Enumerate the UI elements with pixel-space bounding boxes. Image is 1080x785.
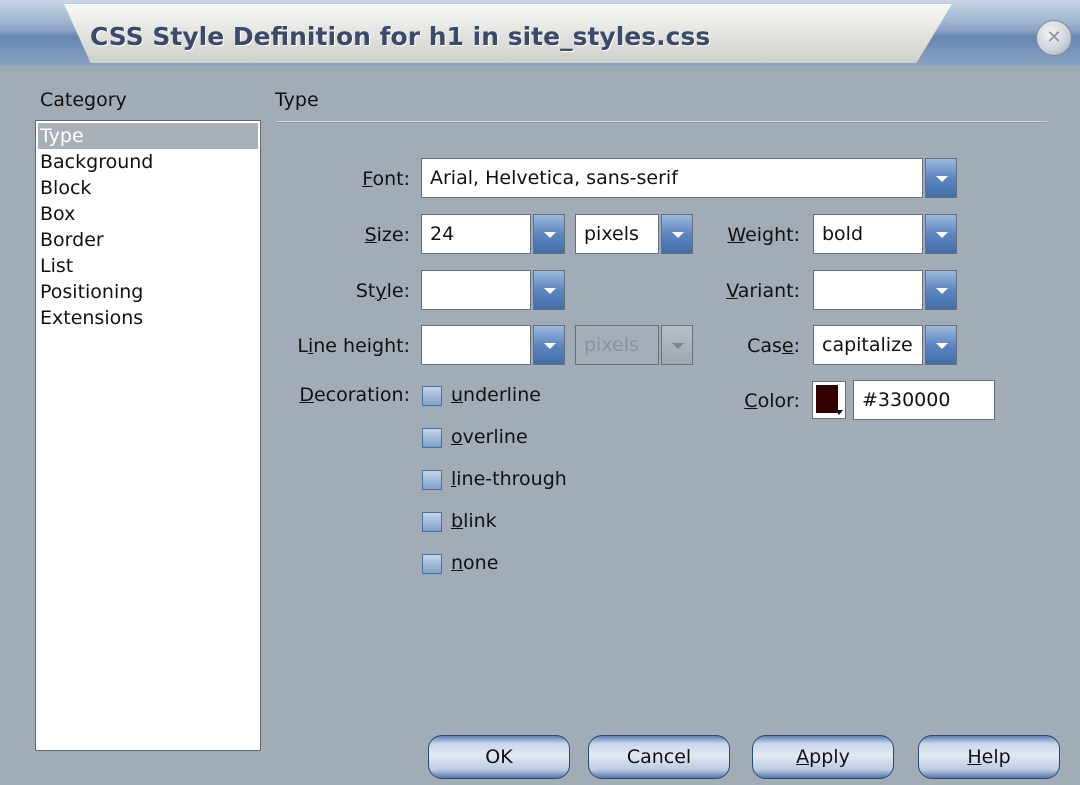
font-dropdown-button[interactable] bbox=[925, 158, 957, 198]
category-item-block[interactable]: Block bbox=[40, 175, 91, 201]
size-dropdown-button[interactable] bbox=[533, 214, 565, 254]
category-item-border[interactable]: Border bbox=[40, 227, 104, 253]
weight-label: Weight: bbox=[727, 224, 800, 246]
chevron-down-icon bbox=[672, 343, 684, 349]
variant-dropdown-button[interactable] bbox=[925, 270, 957, 310]
color-swatch-button[interactable] bbox=[812, 381, 846, 419]
style-label: Style: bbox=[355, 280, 410, 302]
underline-label[interactable]: underline bbox=[451, 384, 541, 406]
cancel-button[interactable]: Cancel bbox=[588, 735, 730, 779]
color-input[interactable]: #330000 bbox=[853, 380, 995, 420]
chevron-down-icon bbox=[936, 288, 948, 294]
chevron-down-icon bbox=[672, 232, 684, 238]
blink-label[interactable]: blink bbox=[451, 510, 497, 532]
category-item-type[interactable]: Type bbox=[38, 123, 258, 149]
ok-button[interactable]: OK bbox=[428, 735, 570, 779]
decoration-label: Decoration: bbox=[299, 384, 410, 406]
title-bar[interactable]: CSS Style Definition for h1 in site_styl… bbox=[0, 0, 1080, 66]
close-icon: ✕ bbox=[1046, 27, 1062, 48]
category-label: Category bbox=[40, 89, 127, 111]
category-item-positioning[interactable]: Positioning bbox=[40, 279, 143, 305]
category-item-background[interactable]: Background bbox=[40, 149, 153, 175]
chevron-down-icon bbox=[936, 343, 948, 349]
underline-checkbox[interactable] bbox=[422, 386, 442, 406]
category-item-box[interactable]: Box bbox=[40, 201, 75, 227]
overline-checkbox[interactable] bbox=[422, 428, 442, 448]
line-height-input[interactable] bbox=[421, 325, 531, 365]
category-item-extensions[interactable]: Extensions bbox=[40, 305, 143, 331]
blink-checkbox[interactable] bbox=[422, 512, 442, 532]
heading-divider bbox=[277, 121, 1047, 123]
panel-heading: Type bbox=[275, 89, 319, 111]
chevron-down-icon bbox=[936, 176, 948, 182]
category-list[interactable]: Type Background Block Box Border List Po… bbox=[35, 120, 261, 751]
weight-dropdown-button[interactable] bbox=[925, 214, 957, 254]
dropdown-arrow-icon bbox=[835, 410, 843, 415]
line-through-checkbox[interactable] bbox=[422, 470, 442, 490]
style-select[interactable] bbox=[421, 270, 531, 310]
chevron-down-icon bbox=[936, 232, 948, 238]
font-label: Font: bbox=[362, 168, 410, 190]
none-checkbox[interactable] bbox=[422, 554, 442, 574]
case-label: Case: bbox=[747, 335, 800, 357]
variant-select[interactable] bbox=[813, 270, 923, 310]
css-style-dialog: CSS Style Definition for h1 in site_styl… bbox=[0, 0, 1080, 785]
category-item-list[interactable]: List bbox=[40, 253, 73, 279]
color-swatch bbox=[816, 385, 838, 413]
line-height-label: Line height: bbox=[297, 335, 410, 357]
font-input[interactable]: Arial, Helvetica, sans-serif bbox=[421, 158, 923, 198]
chevron-down-icon bbox=[544, 288, 556, 294]
style-dropdown-button[interactable] bbox=[533, 270, 565, 310]
line-height-dropdown-button[interactable] bbox=[533, 325, 565, 365]
variant-label: Variant: bbox=[726, 280, 800, 302]
help-button[interactable]: Help bbox=[918, 735, 1060, 779]
line-height-unit-select: pixels bbox=[575, 325, 659, 365]
size-unit-select[interactable]: pixels bbox=[575, 214, 659, 254]
close-button[interactable]: ✕ bbox=[1036, 20, 1072, 56]
case-select[interactable]: capitalize bbox=[813, 325, 923, 365]
size-input[interactable]: 24 bbox=[421, 214, 531, 254]
overline-label[interactable]: overline bbox=[451, 426, 528, 448]
line-height-unit-dropdown-button bbox=[661, 325, 693, 365]
apply-button[interactable]: Apply bbox=[752, 735, 894, 779]
dialog-title: CSS Style Definition for h1 in site_styl… bbox=[90, 22, 711, 51]
case-dropdown-button[interactable] bbox=[925, 325, 957, 365]
chevron-down-icon bbox=[544, 232, 556, 238]
size-label: Size: bbox=[364, 224, 410, 246]
weight-select[interactable]: bold bbox=[813, 214, 923, 254]
none-label[interactable]: none bbox=[451, 552, 498, 574]
chevron-down-icon bbox=[544, 343, 556, 349]
color-label: Color: bbox=[744, 390, 800, 412]
line-through-label[interactable]: line-through bbox=[451, 468, 567, 490]
size-unit-dropdown-button[interactable] bbox=[661, 214, 693, 254]
